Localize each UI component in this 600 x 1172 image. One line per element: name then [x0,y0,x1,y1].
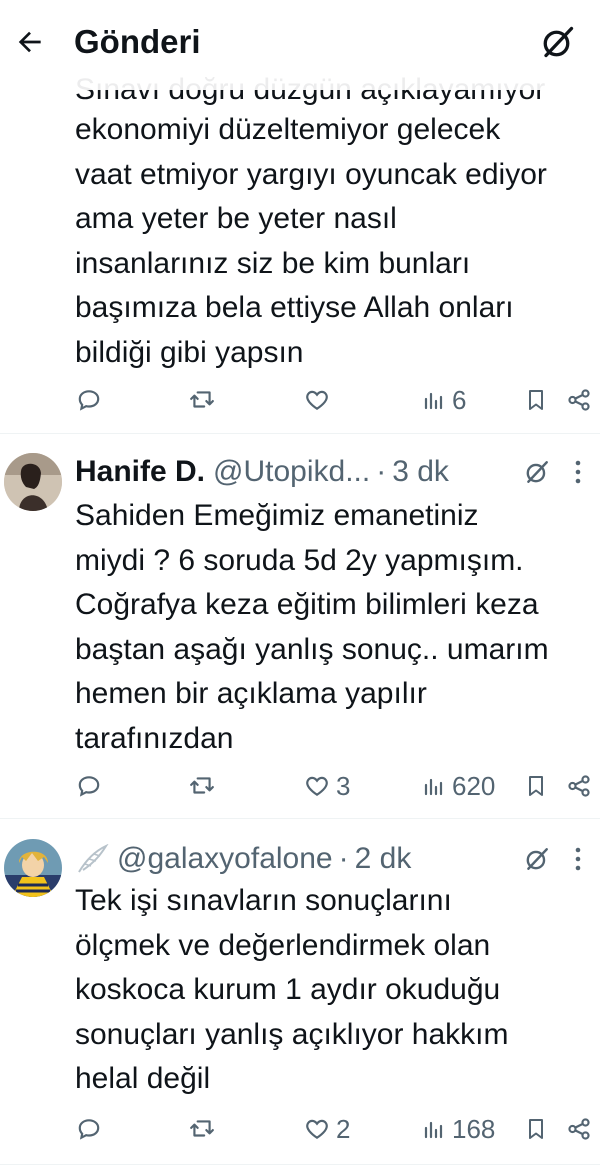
views-bar-icon [424,1121,443,1139]
top-bar: Gönderi [0,0,600,90]
retweet-button[interactable] [188,380,216,420]
user-handle[interactable]: @galaxyofalone [117,842,333,876]
share-button[interactable] [566,766,592,806]
display-name[interactable]: Hanife D. [75,455,205,489]
grok-icon [526,461,548,483]
avatar[interactable] [4,453,62,511]
bookmark-button[interactable] [524,766,548,806]
like-button[interactable]: 3 [304,766,350,806]
more-dots-icon [575,847,581,871]
tweet-actions: 3 620 [0,766,600,806]
more-button[interactable] [566,839,590,879]
grok-icon [526,848,548,870]
like-count: 3 [336,770,351,801]
timestamp[interactable]: 2 dk [355,842,412,876]
reply-button[interactable] [76,380,102,420]
views-count: 620 [452,770,496,801]
heart-icon [306,1119,328,1139]
retweet-icon [190,777,214,794]
user-handle[interactable]: @Utopikd... [213,455,370,489]
grok-button[interactable] [522,452,552,492]
bookmark-button[interactable] [524,1109,548,1149]
bookmark-icon [529,776,543,796]
grok-button[interactable] [522,839,552,879]
tweet-text: Tek işi sınavların sonuçlarını ölçmek ve… [75,884,509,1095]
timestamp[interactable]: 3 dk [392,455,449,489]
tweet-header: @galaxyofalone · 2 dk [75,839,595,879]
views-bar-icon [424,392,443,410]
tweet-header: Hanife D. @Utopikd... · 3 dk [75,452,595,492]
share-icon [568,775,590,797]
retweet-icon [190,391,214,408]
reply-button[interactable] [76,1109,102,1149]
share-button[interactable] [566,1109,592,1149]
reply-button[interactable] [76,766,102,806]
tweet-actions: 2 168 [0,1109,600,1149]
tweet-text: ekonomiyi düzeltemiyor gelecek vaat etmi… [75,113,547,369]
share-icon [568,389,590,411]
grok-button[interactable] [536,20,580,64]
share-icon [568,1118,590,1140]
share-button[interactable] [566,380,592,420]
reply-icon [78,776,100,797]
bookmark-button[interactable] [524,380,548,420]
views-button[interactable]: 6 [422,380,466,420]
views-count: 6 [452,384,467,415]
views-button[interactable]: 620 [422,766,495,806]
more-dots-icon [575,460,581,484]
views-count: 168 [452,1113,496,1144]
avatar[interactable] [4,839,62,897]
bookmark-icon [529,1119,543,1139]
bookmark-icon [529,390,543,410]
views-button[interactable]: 168 [422,1109,495,1149]
separator-dot: · [376,455,387,488]
like-button[interactable]: 2 [304,1109,350,1149]
grok-icon [543,26,574,58]
views-bar-icon [424,778,443,796]
page-title: Gönderi [74,23,201,60]
retweet-button[interactable] [188,766,216,806]
retweet-button[interactable] [188,1109,216,1149]
back-button[interactable] [10,22,50,62]
like-count: 2 [336,1113,351,1144]
reply-icon [78,1119,100,1140]
quill-icon [78,844,109,873]
retweet-icon [190,1120,214,1137]
tweet-actions: 6 [0,380,600,420]
heart-icon [306,390,328,410]
divider [0,1164,600,1165]
arrow-left-icon [18,31,41,53]
tweet[interactable]: Hanife D. @Utopikd... · 3 dk Sahiden Eme… [0,434,600,818]
reply-icon [78,390,100,411]
heart-icon [306,776,328,796]
more-button[interactable] [566,452,590,492]
tweet[interactable]: @galaxyofalone · 2 dk Tek işi sınavların… [0,819,600,1172]
separator-dot: · [338,842,349,875]
tweet-text: Sahiden Emeğimiz emanetiniz miydi ? 6 so… [75,499,549,755]
like-button[interactable] [304,380,336,420]
